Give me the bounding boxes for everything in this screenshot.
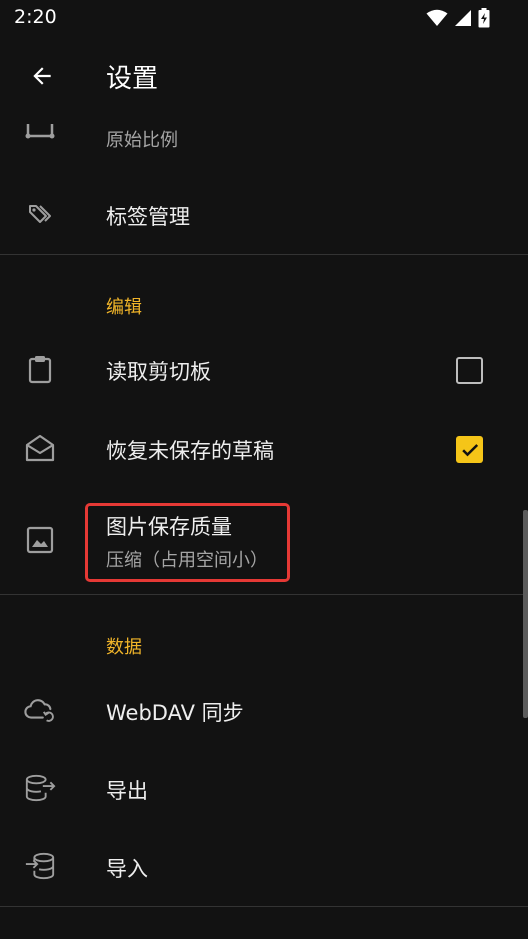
settings-list[interactable]: 原始比例 标签管理 编辑 读取剪切板 恢复未保存的草稿 图片保存质量 压缩（占用… xyxy=(0,116,528,939)
status-bar: 2:20 xyxy=(0,0,528,36)
setting-restore-drafts[interactable]: 恢复未保存的草稿 xyxy=(0,409,528,487)
setting-webdav-sync[interactable]: WebDAV 同步 xyxy=(0,671,528,749)
aspect-ratio-icon xyxy=(24,116,56,146)
status-icons xyxy=(426,8,490,28)
restore-drafts-label: 恢复未保存的草稿 xyxy=(106,439,274,463)
page-title: 设置 xyxy=(106,64,159,94)
divider xyxy=(0,906,528,907)
back-button[interactable] xyxy=(22,56,62,96)
battery-charging-icon xyxy=(478,8,490,28)
setting-import[interactable]: 导入 xyxy=(0,827,528,905)
signal-icon xyxy=(454,9,472,27)
scrollbar[interactable] xyxy=(523,510,528,718)
database-export-icon xyxy=(24,772,56,804)
check-icon xyxy=(460,440,480,460)
setting-tag-management[interactable]: 标签管理 xyxy=(0,176,528,254)
restore-drafts-checkbox[interactable] xyxy=(456,436,483,463)
section-header-edit: 编辑 xyxy=(106,297,142,318)
import-label: 导入 xyxy=(106,857,148,881)
arrow-left-icon xyxy=(29,63,55,89)
setting-read-clipboard[interactable]: 读取剪切板 xyxy=(0,331,528,409)
setting-aspect-ratio[interactable]: 原始比例 xyxy=(0,116,528,176)
image-icon xyxy=(24,524,56,556)
tag-management-label: 标签管理 xyxy=(106,205,190,229)
database-import-icon xyxy=(24,850,56,882)
section-header-data: 数据 xyxy=(106,637,142,658)
divider xyxy=(0,254,528,255)
tag-icon xyxy=(24,198,56,230)
app-bar: 设置 xyxy=(0,36,528,116)
webdav-sync-label: WebDAV 同步 xyxy=(106,701,244,725)
read-clipboard-label: 读取剪切板 xyxy=(106,360,211,384)
clipboard-icon xyxy=(24,353,56,385)
setting-export[interactable]: 导出 xyxy=(0,749,528,827)
status-time: 2:20 xyxy=(14,6,57,28)
highlight-annotation xyxy=(85,503,290,582)
aspect-ratio-value: 原始比例 xyxy=(106,130,178,151)
wifi-icon xyxy=(426,9,448,27)
envelope-open-icon xyxy=(24,432,56,464)
export-label: 导出 xyxy=(106,779,148,803)
read-clipboard-checkbox[interactable] xyxy=(456,357,483,384)
cloud-sync-icon xyxy=(24,694,56,726)
divider xyxy=(0,594,528,595)
